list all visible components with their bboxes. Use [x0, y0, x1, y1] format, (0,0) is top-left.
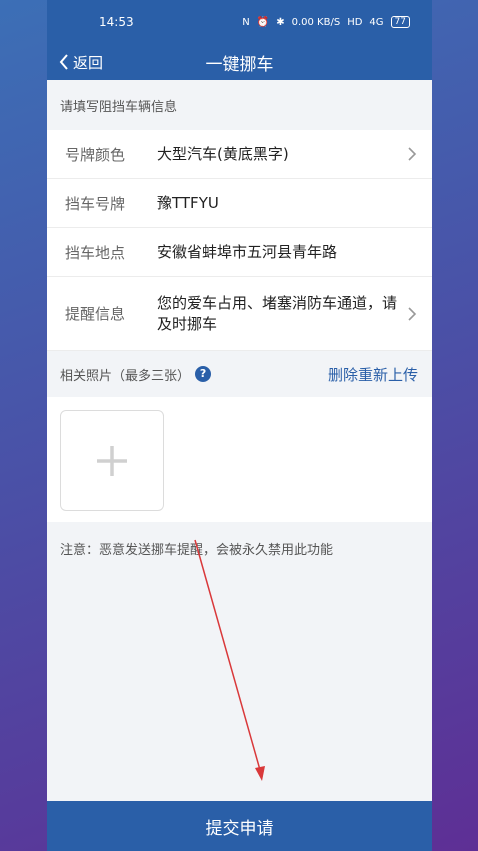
page-title: 一键挪车 — [205, 54, 274, 75]
plus-icon — [97, 445, 127, 476]
reminder-value: 您的爱车占用、堵塞消防车通道，请及时挪车 — [157, 293, 398, 333]
photos-area — [47, 397, 432, 522]
back-button[interactable]: 返回 — [47, 52, 103, 73]
nfc-icon: N — [242, 16, 250, 28]
bluetooth-icon: ✱ — [276, 16, 285, 28]
notice-text: 注意：恶意发送挪车提醒，会被永久禁用此功能 — [60, 543, 334, 558]
plate-color-row[interactable]: 号牌颜色 大型汽车(黄底黑字) — [47, 130, 432, 179]
battery-icon: 77 — [390, 16, 410, 28]
delete-reupload-button[interactable]: 删除重新上传 — [328, 364, 418, 385]
plate-color-label: 号牌颜色 — [65, 145, 126, 164]
status-bar: 14:53 N ⏰ ✱ 0.00 KB/S HD 4G 77 — [47, 0, 432, 44]
plate-number-row[interactable]: 挡车号牌 豫TTFYU — [47, 179, 432, 228]
back-label: 返回 — [73, 53, 104, 72]
status-icons: N ⏰ ✱ 0.00 KB/S HD 4G 77 — [242, 16, 410, 28]
app-screen: 14:53 N ⏰ ✱ 0.00 KB/S HD 4G 77 返回 一键挪车 请… — [47, 0, 432, 851]
photos-header: 相关照片（最多三张） ? 删除重新上传 — [47, 351, 432, 397]
plate-color-value: 大型汽车(黄底黑字) — [157, 144, 289, 163]
location-value: 安徽省蚌埠市五河县青年路 — [157, 242, 338, 261]
status-time: 14:53 — [99, 15, 134, 29]
chevron-right-icon — [408, 306, 417, 321]
plate-number-label: 挡车号牌 — [65, 194, 126, 213]
location-row[interactable]: 挡车地点 安徽省蚌埠市五河县青年路 — [47, 228, 432, 277]
chevron-right-icon — [408, 147, 417, 161]
chevron-left-icon — [59, 54, 68, 70]
photos-label-wrap: 相关照片（最多三张） ? — [60, 365, 212, 384]
reminder-row[interactable]: 提醒信息 您的爱车占用、堵塞消防车通道，请及时挪车 — [47, 277, 432, 351]
signal-label: 4G — [369, 16, 384, 28]
net-speed: 0.00 KB/S — [291, 16, 341, 28]
add-photo-button[interactable] — [60, 410, 164, 511]
plate-number-value: 豫TTFYU — [157, 193, 219, 212]
reminder-label: 提醒信息 — [65, 305, 126, 323]
navbar: 返回 一键挪车 — [47, 44, 432, 80]
location-label: 挡车地点 — [65, 243, 126, 262]
form-hint: 请填写阻挡车辆信息 — [60, 99, 178, 115]
submit-button[interactable]: 提交申请 — [47, 801, 432, 851]
help-icon[interactable]: ? — [195, 366, 212, 382]
photos-label: 相关照片（最多三张） — [60, 368, 191, 384]
alarm-icon: ⏰ — [256, 16, 270, 28]
hd-badge: HD — [347, 16, 363, 28]
vehicle-form: 号牌颜色 大型汽车(黄底黑字) 挡车号牌 豫TTFYU 挡车地点 安徽省蚌埠市五… — [47, 130, 432, 351]
